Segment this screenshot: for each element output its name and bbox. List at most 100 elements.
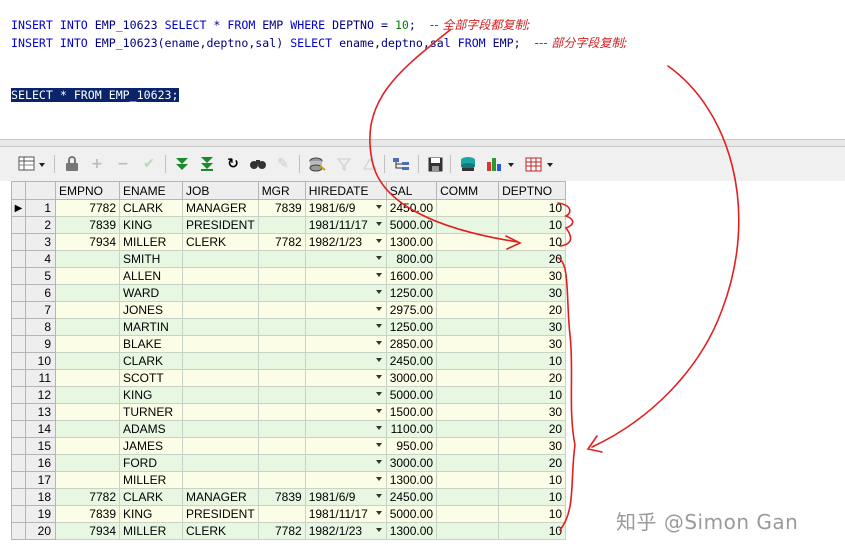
cell-empno[interactable]: 7839 [55,216,120,234]
cell-mgr[interactable] [257,284,306,302]
cell-comm[interactable] [436,267,500,285]
row-indicator[interactable] [11,437,26,455]
results-grid[interactable]: EMPNO ENAME JOB MGR HIREDATE SAL COMM DE… [11,181,567,540]
row-indicator[interactable] [11,284,26,302]
cell-job[interactable] [182,335,259,353]
cell-sal[interactable]: 1300.00 [385,471,438,489]
cell-empno[interactable] [55,471,120,489]
cell-job[interactable]: CLERK [182,233,259,251]
row-indicator[interactable] [11,318,26,336]
cell-comm[interactable] [436,403,500,421]
cell-sal[interactable]: 1250.00 [385,318,438,336]
date-dropdown-icon[interactable] [375,290,382,294]
row-number[interactable]: 8 [25,318,56,336]
row-indicator[interactable] [11,301,26,319]
find-icon[interactable] [247,154,269,174]
row-number[interactable]: 9 [25,335,56,353]
cell-hiredate[interactable]: 1982/1/23 [304,522,387,540]
row-indicator[interactable] [11,216,26,234]
date-dropdown-icon[interactable] [375,205,382,209]
cell-comm[interactable] [436,386,500,404]
cell-comm[interactable] [436,437,500,455]
cell-empno[interactable] [55,437,120,455]
cell-hiredate[interactable] [304,403,387,421]
clear-filter-icon[interactable] [360,154,380,174]
fetch-next-icon[interactable] [172,154,192,174]
date-dropdown-icon[interactable] [375,443,382,447]
cell-mgr[interactable] [257,301,306,319]
cell-deptno[interactable]: 20 [498,301,567,319]
cell-mgr[interactable] [257,335,306,353]
cell-sal[interactable]: 5000.00 [385,216,438,234]
cell-hiredate[interactable] [304,250,387,268]
cell-hiredate[interactable] [304,437,387,455]
row-indicator[interactable] [11,522,26,540]
cell-sal[interactable]: 1100.00 [385,420,438,438]
column-header[interactable]: EMPNO [55,181,120,200]
delete-record-icon[interactable]: − [113,154,133,174]
add-record-icon[interactable]: + [87,154,107,174]
editor-grid-splitter[interactable] [0,139,845,147]
date-dropdown-icon[interactable] [375,375,382,379]
cell-hiredate[interactable] [304,318,387,336]
cell-ename[interactable]: KING [119,216,183,234]
cell-ename[interactable]: CLARK [119,352,183,370]
filter-icon[interactable] [334,154,354,174]
row-number[interactable]: 16 [25,454,56,472]
chart-icon[interactable] [484,154,520,174]
cell-ename[interactable]: FORD [119,454,183,472]
cell-hiredate[interactable] [304,267,387,285]
cell-mgr[interactable] [257,369,306,387]
row-number[interactable]: 19 [25,505,56,523]
cell-deptno[interactable]: 10 [498,386,567,404]
cell-sal[interactable]: 2450.00 [385,488,438,506]
cell-mgr[interactable] [257,471,306,489]
cell-mgr[interactable] [257,420,306,438]
cell-sal[interactable]: 2850.00 [385,335,438,353]
cell-comm[interactable] [436,369,500,387]
column-header[interactable]: DEPTNO [498,181,567,200]
row-indicator[interactable] [11,505,26,523]
table-row[interactable]: 6 WARD 1250.00 30 [11,284,567,302]
cell-ename[interactable]: ALLEN [119,267,183,285]
cell-empno[interactable] [55,284,120,302]
table-row[interactable]: ▶ 1 7782 CLARK MANAGER 7839 1981/6/9 2450.00 10 [11,199,567,217]
cell-empno[interactable] [55,403,120,421]
query-by-example-icon[interactable] [306,154,328,174]
cell-hiredate[interactable] [304,369,387,387]
cell-sal[interactable]: 800.00 [385,250,438,268]
cell-ename[interactable]: KING [119,505,183,523]
table-row[interactable]: 7 JONES 2975.00 20 [11,301,567,319]
date-dropdown-icon[interactable] [375,341,382,345]
cell-comm[interactable] [436,352,500,370]
column-header[interactable]: SAL [385,181,438,200]
cell-ename[interactable]: BLAKE [119,335,183,353]
date-dropdown-icon[interactable] [375,477,382,481]
cell-deptno[interactable]: 10 [498,488,567,506]
row-number[interactable]: 15 [25,437,56,455]
cell-mgr[interactable] [257,505,306,523]
date-dropdown-icon[interactable] [375,256,382,260]
row-number[interactable]: 20 [25,522,56,540]
cell-comm[interactable] [436,454,500,472]
table-row[interactable]: 10 CLARK 2450.00 10 [11,352,567,370]
cell-empno[interactable] [55,352,120,370]
row-number[interactable]: 14 [25,420,56,438]
row-number[interactable]: 11 [25,369,56,387]
cell-deptno[interactable]: 20 [498,454,567,472]
cell-mgr[interactable] [257,250,306,268]
row-number[interactable]: 4 [25,250,56,268]
cell-mgr[interactable] [257,454,306,472]
cell-comm[interactable] [436,471,500,489]
cell-sal[interactable]: 2975.00 [385,301,438,319]
refresh-icon[interactable]: ↻ [223,154,243,174]
save-icon[interactable] [425,154,445,174]
cell-sal[interactable]: 3000.00 [385,454,438,472]
row-indicator[interactable] [11,352,26,370]
row-number[interactable]: 2 [25,216,56,234]
cell-empno[interactable]: 7782 [55,488,120,506]
cell-mgr[interactable] [257,403,306,421]
cell-job[interactable] [182,250,259,268]
cell-hiredate[interactable]: 1982/1/23 [304,233,387,251]
cell-sal[interactable]: 1500.00 [385,403,438,421]
